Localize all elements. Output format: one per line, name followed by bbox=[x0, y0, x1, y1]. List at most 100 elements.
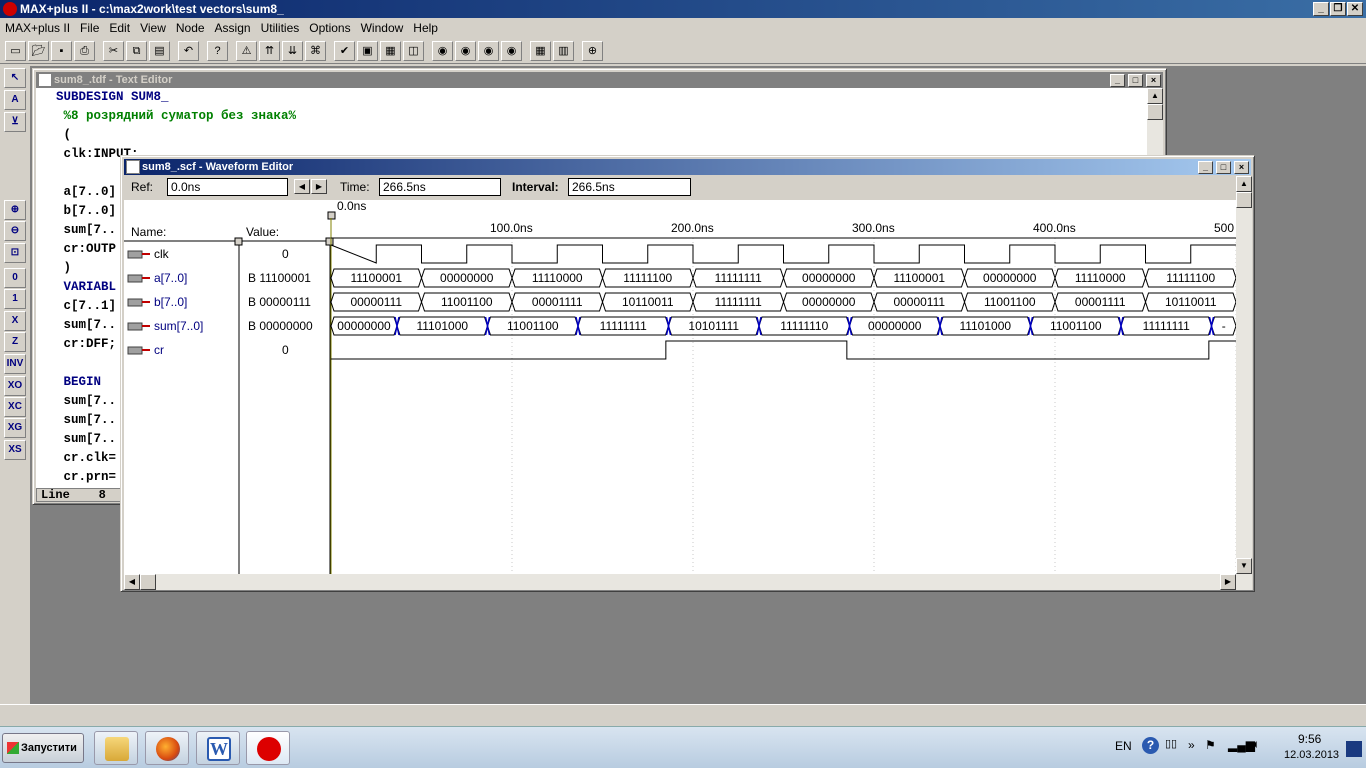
action-center-icon[interactable]: ⚑ bbox=[1205, 738, 1216, 752]
signal-name[interactable]: sum[7..0] bbox=[154, 319, 203, 333]
level-xs-button[interactable]: XS bbox=[4, 440, 26, 460]
bus-value: 11001100 bbox=[1050, 319, 1102, 333]
maxplus-app-icon[interactable] bbox=[3, 2, 17, 16]
pointer-icon[interactable]: ↖ bbox=[4, 68, 26, 88]
paste-icon[interactable]: ▤ bbox=[149, 41, 170, 61]
waveform-editor-window[interactable]: sum8_.scf - Waveform Editor _ □ × Ref: 0… bbox=[120, 155, 1255, 592]
eye-c-icon[interactable]: ◉ bbox=[501, 41, 522, 61]
waveform-panel[interactable]: Name: Value: 0.0ns 100.0ns 200.0ns 300.0ns 400… bbox=[124, 200, 1236, 574]
new-icon[interactable]: ▭ bbox=[5, 41, 26, 61]
print-icon[interactable]: ⎙ bbox=[74, 41, 95, 61]
menu-max-plus-ii[interactable]: MAX+plus II bbox=[0, 18, 75, 38]
text-editor-minimize-button[interactable]: _ bbox=[1110, 74, 1125, 87]
scroll-up-arrow[interactable]: ▲ bbox=[1147, 88, 1163, 104]
ref-left-arrow[interactable]: ◀ bbox=[294, 179, 310, 194]
level-inv-button[interactable]: INV bbox=[4, 354, 26, 374]
timing-icon[interactable]: ◫ bbox=[403, 41, 424, 61]
cut-icon[interactable]: ✂ bbox=[103, 41, 124, 61]
hierarchy-up-icon[interactable]: ⇈ bbox=[259, 41, 280, 61]
maxplus-taskbar-button[interactable] bbox=[246, 731, 290, 765]
node-tool-icon[interactable]: ⊻ bbox=[4, 112, 26, 132]
show-desktop-button[interactable] bbox=[1346, 741, 1362, 757]
waveform-canvas[interactable]: Name: Value: 0.0ns 100.0ns 200.0ns 300.0ns 400… bbox=[124, 200, 1236, 574]
zoom-out-icon[interactable]: ⊖ bbox=[4, 221, 26, 241]
simulate-icon[interactable]: ▦ bbox=[380, 41, 401, 61]
menu-view[interactable]: View bbox=[135, 18, 171, 38]
waveform-hscroll[interactable]: ◀ ▶ bbox=[124, 574, 1252, 590]
open-icon[interactable]: 📂︎ bbox=[28, 41, 49, 61]
ref-right-arrow[interactable]: ▶ bbox=[311, 179, 327, 194]
hscroll-thumb[interactable] bbox=[140, 574, 156, 590]
undefined-transition bbox=[575, 316, 581, 336]
waveform-minimize-button[interactable]: _ bbox=[1198, 161, 1213, 174]
signal-name[interactable]: cr bbox=[154, 343, 164, 357]
menu-window[interactable]: Window bbox=[356, 18, 409, 38]
hierarchy-down-icon[interactable]: ⇊ bbox=[282, 41, 303, 61]
menu-node[interactable]: Node bbox=[171, 18, 210, 38]
signal-name[interactable]: clk bbox=[154, 247, 170, 261]
fit-icon[interactable]: ⊡ bbox=[4, 243, 26, 263]
start-button[interactable]: Запустити bbox=[2, 733, 84, 763]
hierarchy-icon[interactable]: ⌘ bbox=[305, 41, 326, 61]
menu-file[interactable]: File bbox=[75, 18, 104, 38]
menu-help[interactable]: Help bbox=[408, 18, 443, 38]
menu-options[interactable]: Options bbox=[304, 18, 355, 38]
waveform-vscroll[interactable]: ▲ ▼ bbox=[1236, 176, 1252, 574]
hscroll-left-arrow[interactable]: ◀ bbox=[124, 574, 140, 590]
clock-date[interactable]: 12.03.2013 bbox=[1284, 749, 1339, 761]
wave-scroll-up-arrow[interactable]: ▲ bbox=[1236, 176, 1252, 192]
check-icon[interactable]: ✔ bbox=[334, 41, 355, 61]
text-editor-maximize-button[interactable]: □ bbox=[1128, 74, 1143, 87]
scroll-thumb[interactable] bbox=[1147, 104, 1163, 120]
eye-b-icon[interactable]: ◉ bbox=[478, 41, 499, 61]
zoom-in-icon[interactable]: ⊕ bbox=[4, 200, 26, 220]
level-xo-button[interactable]: XO bbox=[4, 376, 26, 396]
compile-icon[interactable]: ▣ bbox=[357, 41, 378, 61]
level-1-button[interactable]: 1 bbox=[4, 289, 26, 309]
wave-scroll-thumb[interactable] bbox=[1236, 192, 1252, 208]
show-hidden-icons-icon[interactable]: » bbox=[1188, 738, 1195, 752]
level-z-button[interactable]: Z bbox=[4, 332, 26, 352]
ref-field[interactable]: 0.0ns bbox=[167, 178, 288, 196]
signal-name[interactable]: a[7..0] bbox=[154, 271, 187, 285]
undo-icon[interactable]: ↶ bbox=[178, 41, 199, 61]
network-icon[interactable]: ▂▄▆ bbox=[1228, 738, 1255, 752]
tile-icon[interactable]: ▦ bbox=[530, 41, 551, 61]
text-tool-icon[interactable]: A bbox=[4, 90, 26, 110]
word-taskbar-button[interactable]: W bbox=[196, 731, 240, 765]
help-pointer-icon[interactable]: ? bbox=[207, 41, 228, 61]
language-bar-icon[interactable]: ▯▯ bbox=[1165, 737, 1177, 750]
eye-a-icon[interactable]: ◉ bbox=[455, 41, 476, 61]
cascade-icon[interactable]: ▥ bbox=[553, 41, 574, 61]
restore-button[interactable]: ❐ bbox=[1330, 2, 1346, 16]
copy-icon[interactable]: ⧉ bbox=[126, 41, 147, 61]
minimize-button[interactable]: _ bbox=[1313, 2, 1329, 16]
waveform-close-button[interactable]: × bbox=[1234, 161, 1249, 174]
help-icon[interactable]: ? bbox=[1142, 737, 1159, 754]
menu-assign[interactable]: Assign bbox=[210, 18, 256, 38]
language-indicator[interactable]: EN bbox=[1115, 739, 1132, 753]
firefox-taskbar-button[interactable] bbox=[145, 731, 189, 765]
hscroll-right-arrow[interactable]: ▶ bbox=[1220, 574, 1236, 590]
level-x-button[interactable]: X bbox=[4, 311, 26, 331]
close-button[interactable]: ✕ bbox=[1347, 2, 1363, 16]
text-editor-title-bar[interactable]: sum8_.tdf - Text Editor _ □ × bbox=[36, 72, 1163, 88]
level-0-button[interactable]: 0 bbox=[4, 268, 26, 288]
menu-edit[interactable]: Edit bbox=[104, 18, 135, 38]
waveform-editor-title-bar[interactable]: sum8_.scf - Waveform Editor _ □ × bbox=[124, 159, 1251, 175]
warning-icon[interactable]: ⚠ bbox=[236, 41, 257, 61]
signal-name[interactable]: b[7..0] bbox=[154, 295, 187, 309]
level-xg-button[interactable]: XG bbox=[4, 418, 26, 438]
waveform-maximize-button[interactable]: □ bbox=[1216, 161, 1231, 174]
wave-scroll-down-arrow[interactable]: ▼ bbox=[1236, 558, 1252, 574]
zoom-icon[interactable]: ⊕ bbox=[582, 41, 603, 61]
level-xc-button[interactable]: XC bbox=[4, 397, 26, 417]
save-icon[interactable]: ▪ bbox=[51, 41, 72, 61]
eye-icon[interactable]: ◉ bbox=[432, 41, 453, 61]
volume-icon[interactable]: 🔈︎ bbox=[1253, 737, 1260, 752]
toolbar: ▭ 📂︎ ▪ ⎙ ✂ ⧉ ▤ ↶? ⚠ ⇈ ⇊ ⌘ ✔ ▣ ▦ ◫ ◉ ◉ ◉ ◉ ▦ ▥ ⊕ bbox=[0, 38, 1366, 64]
clock-time[interactable]: 9:56 bbox=[1298, 732, 1321, 746]
menu-utilities[interactable]: Utilities bbox=[256, 18, 305, 38]
text-editor-close-button[interactable]: × bbox=[1146, 74, 1161, 87]
explorer-taskbar-button[interactable] bbox=[94, 731, 138, 765]
